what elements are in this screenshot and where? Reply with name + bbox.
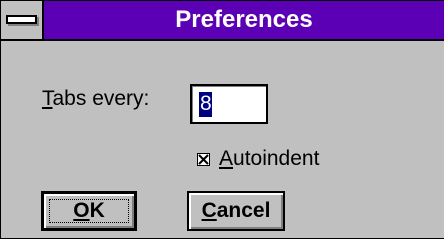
focus-rectangle xyxy=(49,199,129,223)
autoindent-label-text: utoindent xyxy=(233,147,320,170)
ok-button[interactable]: OK xyxy=(41,191,137,231)
autoindent-label-mnemonic: A xyxy=(219,147,234,170)
autoindent-checkbox[interactable] xyxy=(197,152,210,166)
system-menu-icon xyxy=(6,15,37,24)
x-mark-icon xyxy=(198,153,209,165)
autoindent-option[interactable]: Autoindent xyxy=(197,147,319,171)
tabs-every-label: Tabs every: xyxy=(42,87,149,111)
window-title: Preferences xyxy=(175,6,313,33)
cancel-label-text: ancel xyxy=(216,199,271,222)
tabs-every-value: 8 xyxy=(200,92,212,115)
tabs-every-input[interactable]: 8 xyxy=(190,84,268,124)
tabs-label-text: abs every: xyxy=(52,87,150,110)
cancel-mnemonic: C xyxy=(201,199,217,222)
tabs-label-mnemonic: T xyxy=(42,87,53,110)
cancel-button[interactable]: Cancel xyxy=(187,191,285,231)
system-menu-button[interactable] xyxy=(1,1,44,39)
preferences-dialog: Preferences Tabs every: 8 Autoindent OK … xyxy=(0,0,444,239)
autoindent-label: Autoindent xyxy=(219,147,319,171)
title-bar[interactable]: Preferences xyxy=(1,1,444,41)
